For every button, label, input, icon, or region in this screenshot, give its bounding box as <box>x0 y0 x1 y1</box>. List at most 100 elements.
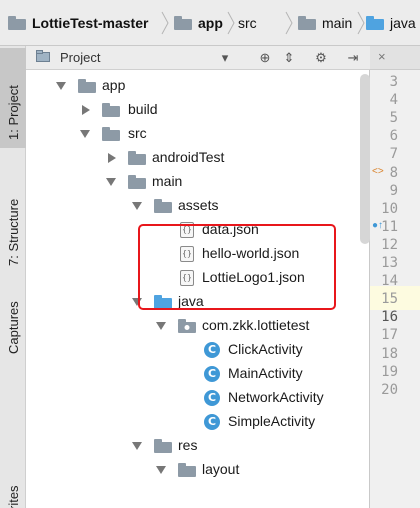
module-folder-icon <box>78 79 96 93</box>
breadcrumb-separator-icon <box>227 11 235 35</box>
expand-arrow-icon[interactable] <box>106 178 116 186</box>
tree-item-layout[interactable]: layout <box>26 458 346 482</box>
module-folder-icon <box>174 16 192 30</box>
line-number: 18 <box>381 345 398 362</box>
breadcrumb-label: app <box>198 15 223 31</box>
class-icon: C <box>204 414 220 430</box>
tree-item-label: com.zkk.lottietest <box>202 317 310 333</box>
tree-item-androidtest[interactable]: androidTest <box>26 146 346 170</box>
tab-label: 7: Structure <box>6 198 21 266</box>
breadcrumb-label: main <box>322 15 353 31</box>
folder-icon <box>298 16 316 30</box>
vertical-scrollbar[interactable] <box>360 74 370 244</box>
expand-arrow-icon[interactable] <box>80 130 90 138</box>
panel-header: Project ▾ ⊕ ⇕ ⚙ ⇥ <box>26 46 370 70</box>
line-number: 14 <box>381 273 398 290</box>
dropdown-icon[interactable]: ▾ <box>216 49 234 67</box>
tree-item-mainactivity[interactable]: C MainActivity <box>26 362 346 386</box>
expand-arrow-icon[interactable] <box>156 322 166 330</box>
breadcrumb-item-main[interactable]: main <box>298 12 352 34</box>
breadcrumb-label: java <box>390 15 416 31</box>
tree-item-label: MainActivity <box>228 365 303 381</box>
breadcrumb-separator-icon <box>357 11 365 35</box>
expand-arrow-icon[interactable] <box>82 105 90 115</box>
breadcrumb-label: LottieTest-master <box>32 15 149 31</box>
breadcrumb-separator-icon <box>285 11 293 35</box>
line-number: 17 <box>381 327 398 344</box>
class-icon: C <box>204 342 220 358</box>
breadcrumb-item-app[interactable]: app <box>174 12 223 34</box>
tree-item-label: layout <box>202 461 240 477</box>
tree-item-package[interactable]: com.zkk.lottietest <box>26 314 346 338</box>
tab-captures[interactable]: Captures <box>0 282 26 372</box>
line-number: 8 <box>389 164 398 181</box>
hide-icon[interactable]: ⇥ <box>344 49 362 67</box>
tree-item-assets[interactable]: assets <box>26 194 346 218</box>
tab-favorites[interactable]: rites <box>0 470 26 508</box>
line-number: 9 <box>389 182 398 199</box>
line-number: 20 <box>381 381 398 398</box>
tree-item-label: build <box>128 101 158 117</box>
editor-tab[interactable]: × <box>370 46 420 70</box>
package-icon <box>178 319 196 333</box>
tree-item-main[interactable]: main <box>26 170 346 194</box>
tree-item-label: main <box>152 173 183 189</box>
tab-project[interactable]: 1: Project <box>0 48 26 148</box>
project-folder-icon <box>8 16 26 30</box>
assets-folder-icon <box>154 199 172 213</box>
highlight-box <box>138 224 336 310</box>
tool-window-strip: 1: Project 7: Structure Captures rites <box>0 46 26 508</box>
tree-item-label: assets <box>178 197 219 213</box>
line-number: 11 <box>381 218 398 235</box>
tree-item-clickactivity[interactable]: C ClickActivity <box>26 338 346 362</box>
breadcrumb-item-src[interactable]: src <box>238 12 257 34</box>
line-number: 15 <box>381 291 398 308</box>
project-panel: Project ▾ ⊕ ⇕ ⚙ ⇥ app build src androidT… <box>26 46 370 508</box>
expand-arrow-icon[interactable] <box>56 82 66 90</box>
collapse-icon[interactable]: ⇕ <box>280 49 298 67</box>
tree-item-build[interactable]: build <box>26 98 346 122</box>
breadcrumb-item-java[interactable]: java <box>366 12 416 34</box>
res-folder-icon <box>154 439 172 453</box>
editor-gutter: × <> ●↑ 3 4 5 6 7 8 9 10 11 12 13 14 15 16 17 18 19 20 <box>370 46 420 508</box>
tree-item-label: ClickActivity <box>228 341 303 357</box>
tree-item-res[interactable]: res <box>26 434 346 458</box>
breadcrumb-item-project[interactable]: LottieTest-master <box>8 12 148 34</box>
expand-arrow-icon[interactable] <box>132 442 142 450</box>
tab-label: 1: Project <box>6 85 21 140</box>
gear-icon[interactable]: ⚙ <box>312 49 330 67</box>
tree-item-label: NetworkActivity <box>228 389 324 405</box>
close-icon[interactable]: × <box>378 49 386 64</box>
folder-icon <box>102 127 120 141</box>
class-icon: C <box>204 366 220 382</box>
line-number: 6 <box>389 128 398 145</box>
project-view-icon <box>34 49 52 67</box>
breadcrumb-separator-icon <box>161 11 169 35</box>
tab-label: Captures <box>6 301 21 354</box>
line-number: 5 <box>389 110 398 127</box>
tree-item-simpleactivity[interactable]: C SimpleActivity <box>26 410 346 434</box>
line-number: 13 <box>381 255 398 271</box>
tab-structure[interactable]: 7: Structure <box>0 154 26 278</box>
line-number: 16 <box>381 309 398 326</box>
breadcrumb-label: src <box>238 15 257 31</box>
tree-item-label: src <box>128 125 147 141</box>
tree-item-label: androidTest <box>152 149 225 165</box>
tree-item-networkactivity[interactable]: C NetworkActivity <box>26 386 346 410</box>
project-tree: app build src androidTest main assets {}… <box>26 70 370 508</box>
expand-arrow-icon[interactable] <box>108 153 116 163</box>
panel-title: Project <box>60 50 101 65</box>
line-number: 19 <box>381 363 398 380</box>
source-folder-icon <box>366 16 384 30</box>
folder-icon <box>128 175 146 189</box>
tree-item-src[interactable]: src <box>26 122 346 146</box>
line-number: 4 <box>389 92 398 109</box>
tree-item-label: app <box>102 77 126 93</box>
line-number: 7 <box>389 146 398 163</box>
folder-icon <box>102 103 120 117</box>
expand-arrow-icon[interactable] <box>156 466 166 474</box>
expand-arrow-icon[interactable] <box>132 202 142 210</box>
target-icon[interactable]: ⊕ <box>256 49 274 67</box>
tree-item-app[interactable]: app <box>26 74 346 98</box>
folder-icon <box>178 463 196 477</box>
